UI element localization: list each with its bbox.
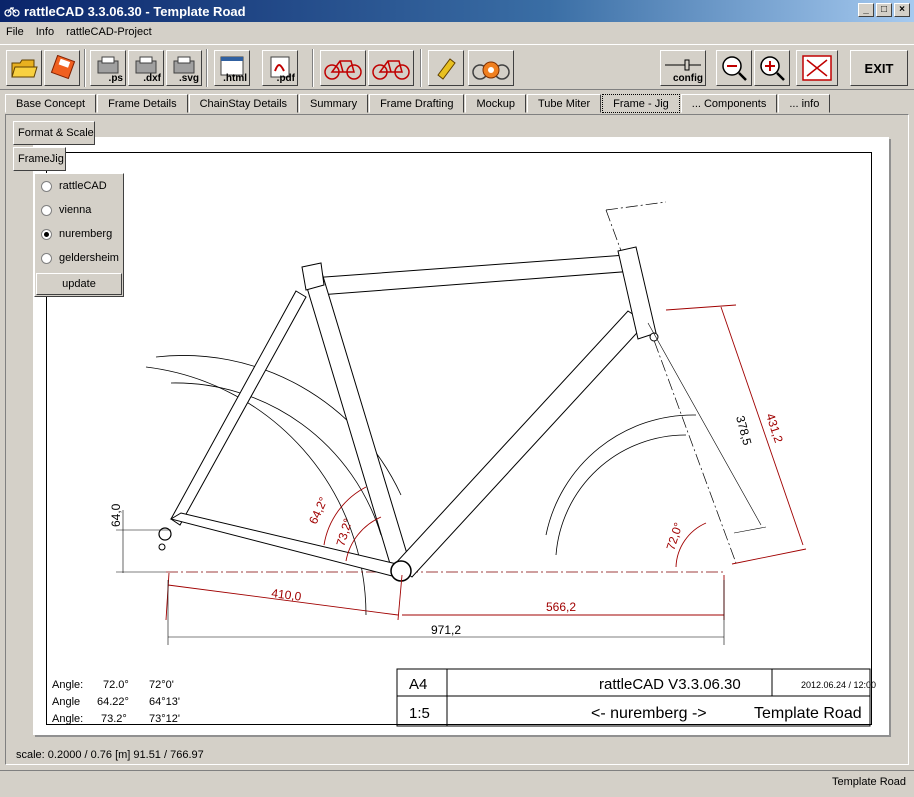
frame-jig-drawing: 410,0 566,2 431,2 64,2° 73,2° 72,0° 971,…: [52, 201, 876, 727]
menu-info[interactable]: Info: [36, 26, 54, 38]
edit-button[interactable]: [428, 50, 464, 86]
save-icon: [50, 55, 76, 80]
tab-info[interactable]: ... info: [778, 94, 831, 113]
tab-summary[interactable]: Summary: [299, 94, 369, 113]
bicycle-gear-icon: [472, 61, 510, 80]
folder-icon: [11, 59, 38, 78]
minimize-button[interactable]: _: [858, 3, 874, 17]
angle-720: 72,0°: [664, 521, 686, 552]
radio-icon[interactable]: [41, 252, 52, 264]
menu-project[interactable]: rattleCAD-Project: [66, 26, 152, 38]
exit-button[interactable]: EXIT: [850, 50, 908, 86]
bicycle-icon: [372, 60, 410, 80]
export-dxf-button[interactable]: .dxf: [128, 50, 164, 86]
export-ps-button[interactable]: .ps: [90, 50, 126, 86]
angle-label: Angle: [52, 696, 80, 708]
tb-project: Template Road: [754, 705, 862, 722]
drawing-area: 410,0 566,2 431,2 64,2° 73,2° 72,0° 971,…: [5, 114, 909, 765]
tb-app: rattleCAD V3.3.06.30: [599, 676, 741, 693]
config-button[interactable]: config: [660, 50, 706, 86]
menu-file[interactable]: File: [6, 26, 24, 38]
frame-detail-button[interactable]: [368, 50, 414, 86]
dim-410: 410,0: [271, 586, 303, 604]
window-title: rattleCAD 3.3.06.30 - Template Road: [24, 3, 246, 19]
export-pdf-button[interactable]: .pdf: [262, 50, 298, 86]
bicycle-icon: [324, 60, 362, 80]
angle-decimal: 73.2°: [101, 713, 127, 725]
zoom-out-button[interactable]: [716, 50, 752, 86]
tab-base-concept[interactable]: Base Concept: [5, 94, 97, 113]
open-button[interactable]: [6, 50, 42, 86]
bottom-bracket: [390, 560, 412, 582]
bicycle-icon: [4, 7, 20, 17]
angle-decimal: 72.0°: [103, 679, 129, 691]
angle-label: Angle:: [52, 679, 83, 691]
close-button[interactable]: ×: [894, 3, 910, 17]
title-bar: rattleCAD 3.3.06.30 - Template Road _ □ …: [0, 0, 914, 22]
zoom-in-button[interactable]: [754, 50, 790, 86]
scale-readout: scale: 0.2000 / 0.76 [m] 91.51 / 766.97: [16, 749, 204, 761]
frame-view-button[interactable]: [320, 50, 366, 86]
tb-format: A4: [409, 676, 427, 693]
fit-icon: [802, 55, 832, 81]
dim-64: 64,0: [109, 503, 123, 527]
export-svg-button[interactable]: .svg: [166, 50, 202, 86]
angle-dms: 64°13': [149, 696, 180, 708]
toolbar: .ps .dxf .svg .html .pdf config EXIT: [0, 44, 914, 90]
tab-frame-jig[interactable]: Frame - Jig: [602, 94, 680, 113]
pencil-icon: [437, 58, 456, 80]
jig-options-panel: rattleCAD vienna nuremberg geldersheim u…: [34, 173, 124, 297]
tb-date: 2012.06.24 / 12:00: [801, 680, 876, 690]
zoom-out-icon: [722, 56, 747, 81]
tab-tube-miter[interactable]: Tube Miter: [526, 94, 602, 113]
option-vienna[interactable]: vienna: [35, 198, 123, 222]
option-nuremberg[interactable]: nuremberg: [35, 222, 123, 246]
tb-jig: <- nuremberg ->: [591, 705, 707, 722]
radio-icon[interactable]: [41, 180, 52, 192]
angle-decimal: 64.22°: [97, 696, 129, 708]
tab-mockup[interactable]: Mockup: [465, 94, 526, 113]
angle-642: 64,2°: [306, 495, 331, 527]
radio-selected-icon[interactable]: [41, 228, 52, 240]
update-button[interactable]: update: [36, 273, 122, 295]
zoom-in-icon: [760, 56, 785, 81]
tab-chainstay-details[interactable]: ChainStay Details: [188, 94, 299, 113]
menu-bar: File Info rattleCAD-Project: [0, 22, 914, 42]
angle-label: Angle:: [52, 713, 83, 725]
option-rattlecad[interactable]: rattleCAD: [35, 174, 123, 198]
status-bar: Template Road: [0, 770, 914, 797]
option-geldersheim[interactable]: geldersheim: [35, 246, 123, 270]
radio-icon[interactable]: [41, 204, 52, 216]
angle-dms: 73°12': [149, 713, 180, 725]
format-scale-button[interactable]: Format & Scale: [13, 121, 95, 145]
export-html-button[interactable]: .html: [214, 50, 250, 86]
save-button[interactable]: [44, 50, 80, 86]
fit-view-button[interactable]: [796, 50, 838, 86]
render-button[interactable]: [468, 50, 514, 86]
dim-3785: 378,5: [733, 414, 754, 447]
framejig-button[interactable]: FrameJig: [13, 147, 66, 171]
tab-components[interactable]: ... Components: [680, 94, 778, 113]
status-project: Template Road: [832, 776, 906, 788]
maximize-button[interactable]: □: [876, 3, 892, 17]
dim-566: 566,2: [546, 600, 576, 614]
angle-dms: 72°0': [149, 679, 174, 691]
tab-bar: Base Concept Frame Details ChainStay Det…: [5, 94, 831, 113]
dim-971: 971,2: [431, 623, 461, 637]
tab-frame-details[interactable]: Frame Details: [97, 94, 188, 113]
tab-frame-drafting[interactable]: Frame Drafting: [369, 94, 465, 113]
tb-scale: 1:5: [409, 705, 430, 722]
